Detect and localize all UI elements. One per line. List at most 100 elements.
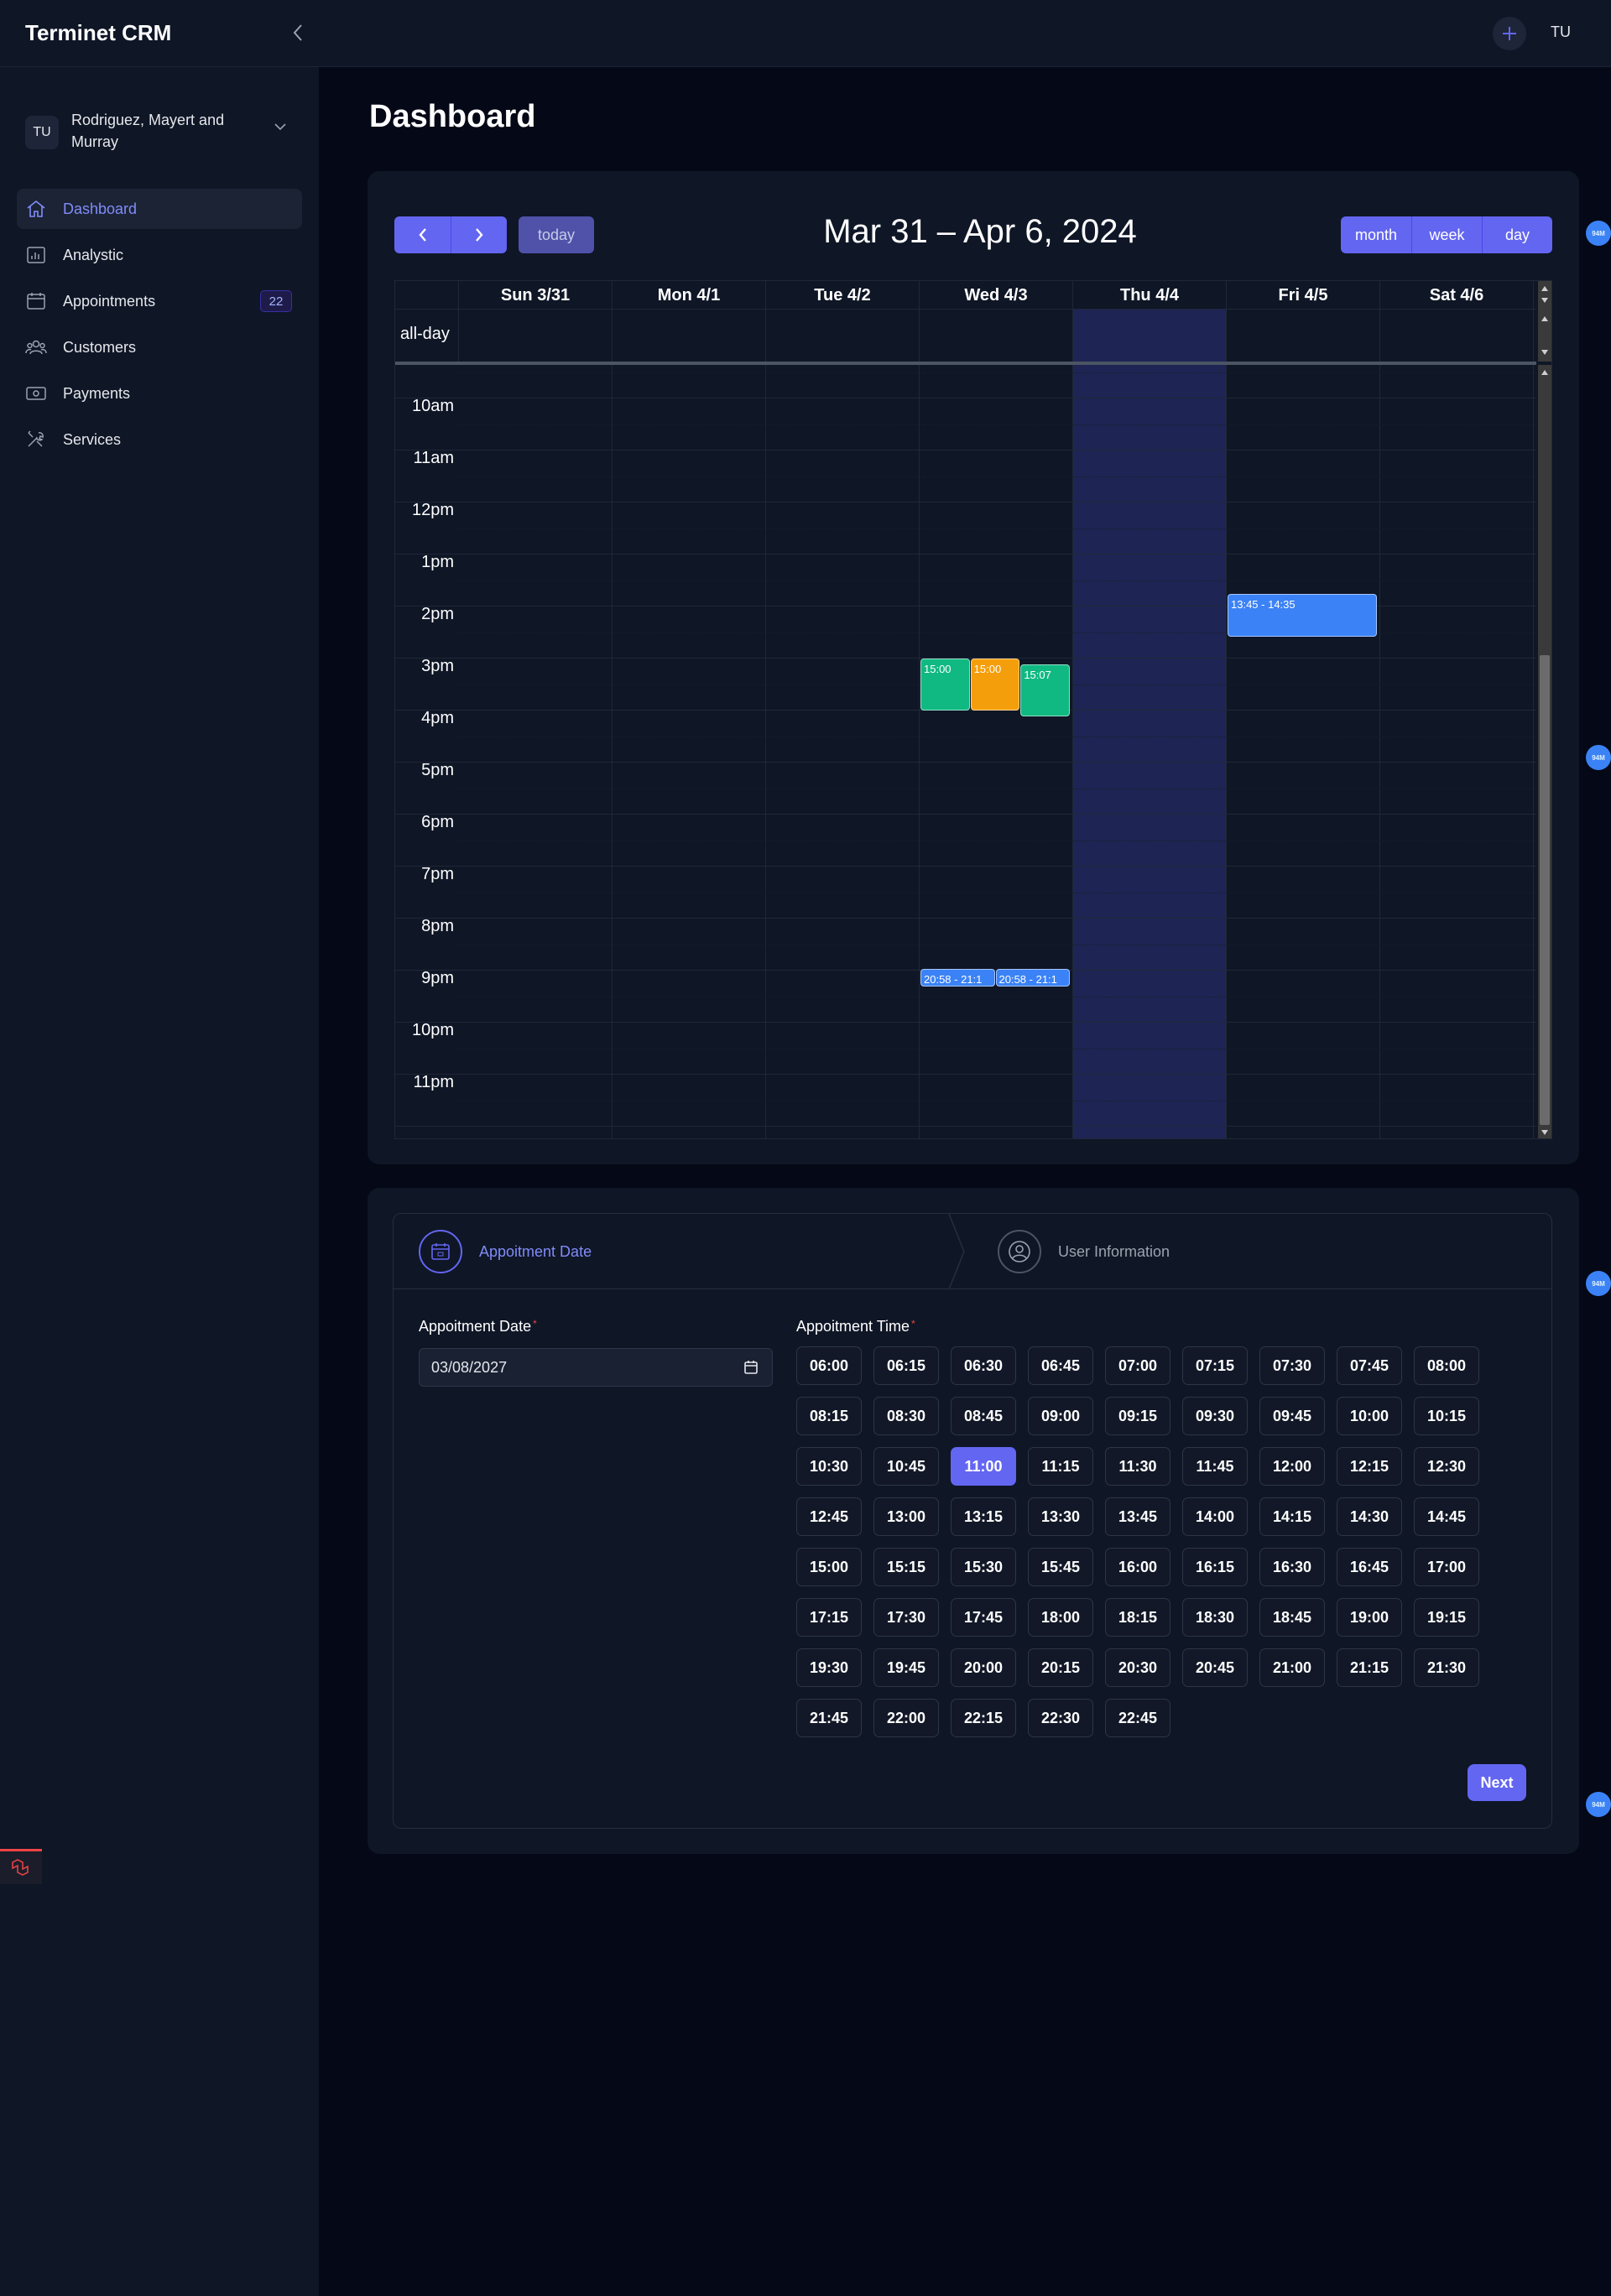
time-slot[interactable]: 13:45 <box>1105 1497 1170 1536</box>
time-slot[interactable]: 20:30 <box>1105 1648 1170 1687</box>
time-slot[interactable]: 11:15 <box>1028 1447 1093 1486</box>
view-week-button[interactable]: week <box>1411 216 1482 253</box>
day-header[interactable]: Mon 4/1 <box>613 281 766 310</box>
day-header[interactable]: Thu 4/4 <box>1073 281 1227 310</box>
sidebar-item-dashboard[interactable]: Dashboard <box>17 189 302 229</box>
time-grid-scrollbar[interactable] <box>1538 365 1551 1138</box>
time-slot[interactable]: 08:30 <box>873 1397 939 1435</box>
time-slot[interactable]: 14:30 <box>1337 1497 1402 1536</box>
time-slot[interactable]: 13:00 <box>873 1497 939 1536</box>
time-slot[interactable]: 17:45 <box>951 1598 1016 1637</box>
time-slot[interactable]: 20:15 <box>1028 1648 1093 1687</box>
time-slot[interactable]: 19:15 <box>1414 1598 1479 1637</box>
time-slot[interactable]: 09:15 <box>1105 1397 1170 1435</box>
debugbar-toggle[interactable] <box>0 1849 42 1884</box>
time-slot[interactable]: 17:30 <box>873 1598 939 1637</box>
time-slot[interactable]: 21:45 <box>796 1699 862 1737</box>
time-slot[interactable]: 22:45 <box>1105 1699 1170 1737</box>
time-slot[interactable]: 15:45 <box>1028 1548 1093 1586</box>
calendar-event[interactable]: 13:45 - 14:35 <box>1228 593 1377 637</box>
all-day-cell[interactable] <box>766 310 920 362</box>
calendar-event[interactable]: 15:00 <box>970 659 1020 711</box>
time-slot[interactable]: 16:30 <box>1259 1548 1325 1586</box>
organization-switcher[interactable]: TU Rodriguez, Mayert and Murray <box>25 109 294 156</box>
view-month-button[interactable]: month <box>1341 216 1411 253</box>
time-slot[interactable]: 09:45 <box>1259 1397 1325 1435</box>
time-slot[interactable]: 19:00 <box>1337 1598 1402 1637</box>
calendar-event[interactable]: 20:58 - 21:1 <box>995 969 1070 987</box>
collapse-sidebar-button[interactable] <box>285 20 310 45</box>
step-appointment-date[interactable]: Appoitment Date <box>419 1229 592 1274</box>
day-header[interactable]: Fri 4/5 <box>1227 281 1380 310</box>
time-slot[interactable]: 06:00 <box>796 1346 862 1385</box>
time-slot[interactable]: 13:30 <box>1028 1497 1093 1536</box>
all-day-cell[interactable] <box>613 310 766 362</box>
time-slot[interactable]: 18:30 <box>1182 1598 1248 1637</box>
time-slot[interactable]: 08:15 <box>796 1397 862 1435</box>
time-slot[interactable]: 18:00 <box>1028 1598 1093 1637</box>
time-slot[interactable]: 10:15 <box>1414 1397 1479 1435</box>
time-slot[interactable]: 21:30 <box>1414 1648 1479 1687</box>
time-slot[interactable]: 06:45 <box>1028 1346 1093 1385</box>
today-button[interactable]: today <box>519 216 594 253</box>
time-slot[interactable]: 11:45 <box>1182 1447 1248 1486</box>
next-week-button[interactable] <box>451 216 507 253</box>
time-slot[interactable]: 21:00 <box>1259 1648 1325 1687</box>
time-slot[interactable]: 12:15 <box>1337 1447 1402 1486</box>
time-slot[interactable]: 09:00 <box>1028 1397 1093 1435</box>
time-slot[interactable]: 15:00 <box>796 1548 862 1586</box>
floating-badge[interactable]: 94M <box>1586 1792 1611 1817</box>
all-day-cell[interactable] <box>459 310 613 362</box>
time-slot[interactable]: 06:30 <box>951 1346 1016 1385</box>
time-slot[interactable]: 16:15 <box>1182 1548 1248 1586</box>
day-header[interactable]: Sun 3/31 <box>459 281 613 310</box>
all-day-cell[interactable] <box>1380 310 1534 362</box>
time-slot[interactable]: 08:00 <box>1414 1346 1479 1385</box>
appointment-date-input[interactable]: 03/08/2027 <box>419 1348 773 1387</box>
time-slot[interactable]: 11:30 <box>1105 1447 1170 1486</box>
all-day-scrollbar[interactable] <box>1538 281 1551 362</box>
floating-badge[interactable]: 94M <box>1586 1271 1611 1296</box>
time-slot[interactable]: 10:45 <box>873 1447 939 1486</box>
all-day-cell[interactable] <box>920 310 1073 362</box>
all-day-cell-today[interactable] <box>1073 310 1227 362</box>
time-slot-selected[interactable]: 11:00 <box>951 1447 1016 1486</box>
time-slot[interactable]: 18:45 <box>1259 1598 1325 1637</box>
time-slot[interactable]: 15:15 <box>873 1548 939 1586</box>
calendar-icon[interactable] <box>743 1360 759 1375</box>
time-slot[interactable]: 16:00 <box>1105 1548 1170 1586</box>
day-header[interactable]: Tue 4/2 <box>766 281 920 310</box>
time-slot[interactable]: 20:00 <box>951 1648 1016 1687</box>
time-slot[interactable]: 22:00 <box>873 1699 939 1737</box>
time-slot[interactable]: 13:15 <box>951 1497 1016 1536</box>
floating-badge[interactable]: 94M <box>1586 745 1611 770</box>
sidebar-item-analystic[interactable]: Analystic <box>17 235 302 275</box>
time-slot[interactable]: 14:00 <box>1182 1497 1248 1536</box>
calendar-event[interactable]: 15:07 <box>1020 664 1070 717</box>
time-slot[interactable]: 19:45 <box>873 1648 939 1687</box>
time-slot[interactable]: 21:15 <box>1337 1648 1402 1687</box>
scrollbar-thumb[interactable] <box>1540 655 1550 1125</box>
time-slot[interactable]: 07:45 <box>1337 1346 1402 1385</box>
calendar-event[interactable]: 15:00 <box>920 659 970 711</box>
time-slot[interactable]: 12:00 <box>1259 1447 1325 1486</box>
time-slot[interactable]: 17:00 <box>1414 1548 1479 1586</box>
time-slot[interactable]: 12:45 <box>796 1497 862 1536</box>
time-slot[interactable]: 16:45 <box>1337 1548 1402 1586</box>
time-slot[interactable]: 18:15 <box>1105 1598 1170 1637</box>
add-button[interactable] <box>1493 17 1526 50</box>
sidebar-item-payments[interactable]: Payments <box>17 373 302 414</box>
time-slot[interactable]: 07:30 <box>1259 1346 1325 1385</box>
time-slot[interactable]: 15:30 <box>951 1548 1016 1586</box>
app-brand[interactable]: Terminet CRM <box>25 20 171 46</box>
time-slot[interactable]: 10:00 <box>1337 1397 1402 1435</box>
time-slot[interactable]: 12:30 <box>1414 1447 1479 1486</box>
calendar-event[interactable]: 20:58 - 21:1 <box>920 969 995 987</box>
time-slot[interactable]: 08:45 <box>951 1397 1016 1435</box>
step-user-information[interactable]: User Information <box>998 1229 1170 1274</box>
sidebar-item-appointments[interactable]: Appointments 22 <box>17 281 302 321</box>
time-slot[interactable]: 22:30 <box>1028 1699 1093 1737</box>
floating-badge[interactable]: 94M <box>1586 221 1611 246</box>
prev-week-button[interactable] <box>394 216 451 253</box>
time-slot[interactable]: 14:45 <box>1414 1497 1479 1536</box>
